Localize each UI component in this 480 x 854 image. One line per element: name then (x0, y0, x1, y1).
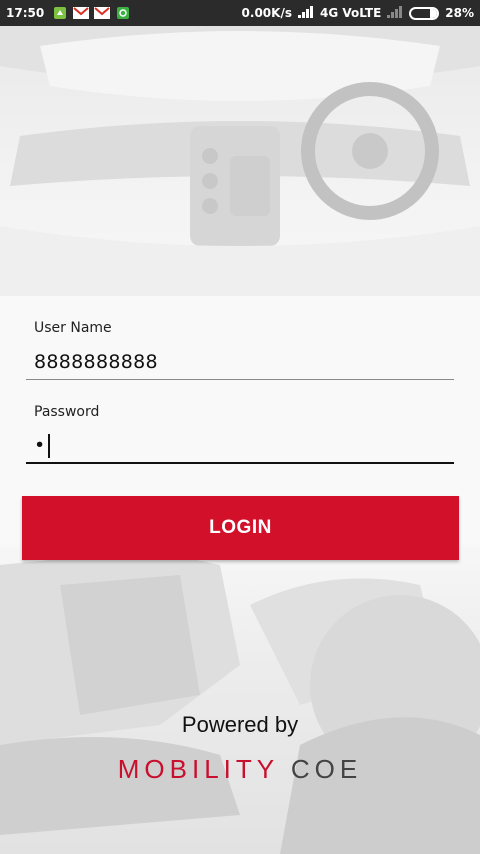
signal-icon-secondary (387, 5, 403, 21)
text-caret (47, 434, 50, 458)
network-type: 4G VoLTE (319, 6, 382, 20)
status-right: 0.00K/s 4G VoLTE 28% (241, 5, 474, 21)
username-label: User Name (34, 320, 112, 336)
notification-app-icon (52, 6, 68, 20)
password-underline (26, 462, 454, 464)
password-value: • (34, 434, 46, 457)
brand-logo: MOBILITY COE (0, 754, 480, 785)
battery-icon (409, 6, 440, 20)
car-interior-background (0, 26, 480, 296)
username-underline (26, 379, 454, 380)
gmail-icon (73, 6, 90, 20)
password-label: Password (34, 404, 100, 420)
signal-icon (297, 5, 314, 21)
status-time: 17:50 (6, 6, 45, 20)
battery-percent: 28% (445, 6, 474, 20)
username-input[interactable]: 8888888888 (34, 351, 158, 373)
safety-gear-background (0, 545, 480, 854)
gmail-icon (94, 6, 111, 20)
brand-part-mobility: MOBILITY (117, 754, 279, 784)
password-input[interactable]: • (34, 434, 50, 458)
status-bar: 17:50 0.00K/s 4G VoLTE 28% (0, 0, 480, 26)
powered-by-text: Powered by (181, 712, 299, 737)
app-notification-icon (115, 6, 131, 20)
login-button[interactable]: LOGIN (22, 496, 459, 560)
brand-part-coe: COE (290, 754, 363, 784)
network-speed: 0.00K/s (241, 6, 292, 20)
